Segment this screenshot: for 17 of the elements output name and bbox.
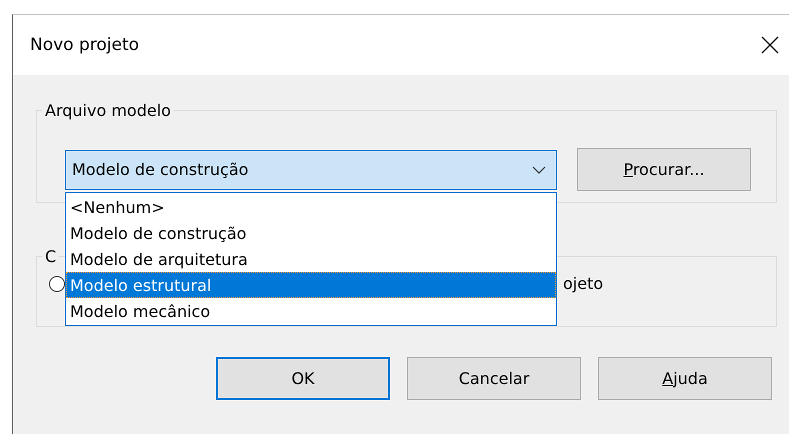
radio-button[interactable] <box>49 276 65 292</box>
group-label: C <box>44 247 58 266</box>
dropdown-option[interactable]: Modelo mecânico <box>66 298 556 324</box>
dropdown-option[interactable]: <Nenhum> <box>66 194 556 220</box>
window-title: Novo projeto <box>30 35 140 55</box>
close-icon[interactable] <box>761 36 779 54</box>
dropdown-option[interactable]: Modelo de arquitetura <box>66 246 556 272</box>
group-label: Arquivo modelo <box>44 101 172 120</box>
dialog-button[interactable]: Cancelar <box>407 357 581 400</box>
dialog-button[interactable]: OK <box>216 357 390 400</box>
radio-label: ojeto <box>563 274 604 293</box>
browse-button[interactable]: Procurar... <box>577 148 751 191</box>
template-dropdown[interactable]: Modelo de construção <box>65 150 557 190</box>
dropdown-option[interactable]: Modelo de construção <box>66 220 556 246</box>
dialog-button[interactable]: Ajuda <box>598 357 772 400</box>
chevron-icon <box>532 166 546 174</box>
dropdown-option[interactable]: Modelo estrutural <box>66 272 556 298</box>
